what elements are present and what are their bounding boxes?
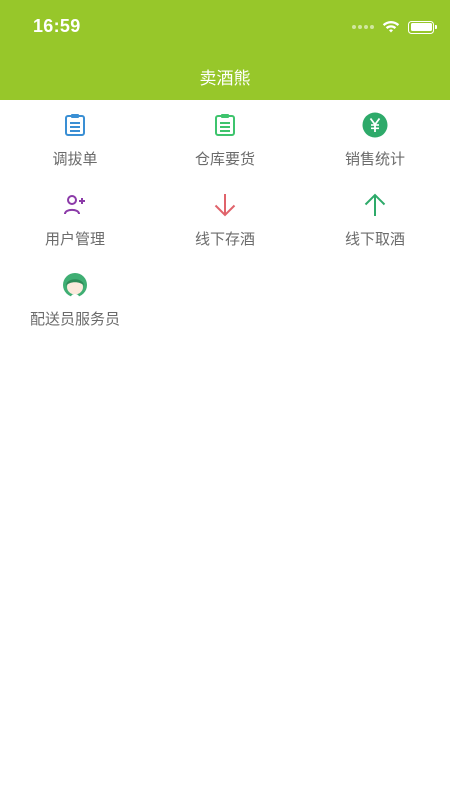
menu-item-transfer-order[interactable]: 调拔单 [0,104,150,184]
menu-item-label: 仓库要货 [194,150,255,168]
menu-item-label: 配送员服务员 [29,310,120,328]
signal-icon [352,25,374,29]
menu-item-sales-stats[interactable]: 销售统计 [300,104,450,184]
arrow-up-icon [362,192,388,218]
menu-item-label: 用户管理 [44,230,105,248]
add-user-icon [62,192,88,218]
menu-item-delivery-staff[interactable]: 配送员服务员 [0,264,150,344]
menu-item-warehouse-request[interactable]: 仓库要货 [150,104,300,184]
status-icons [352,18,437,36]
page-title: 卖酒熊 [199,69,251,89]
menu-item-offline-deposit-wine[interactable]: 线下存酒 [150,184,300,264]
clipboard-list-icon [212,112,238,138]
battery-icon [408,20,437,34]
menu-item-offline-withdraw-wine[interactable]: 线下取酒 [300,184,450,264]
menu-item-label: 线下存酒 [194,230,255,248]
status-bar: 16:59 [0,0,450,54]
clipboard-list-icon [62,112,88,138]
arrow-down-icon [212,192,238,218]
yen-circle-icon [362,112,388,138]
menu-item-label: 调拔单 [52,150,98,168]
menu-item-label: 线下取酒 [344,230,405,248]
menu-item-user-management[interactable]: 用户管理 [0,184,150,264]
app-header: 16:59 卖酒熊 [0,0,450,100]
wifi-icon [382,20,400,33]
menu-item-label: 销售统计 [344,150,405,168]
staff-avatar-icon [62,272,88,298]
status-time: 16:59 [33,16,81,36]
